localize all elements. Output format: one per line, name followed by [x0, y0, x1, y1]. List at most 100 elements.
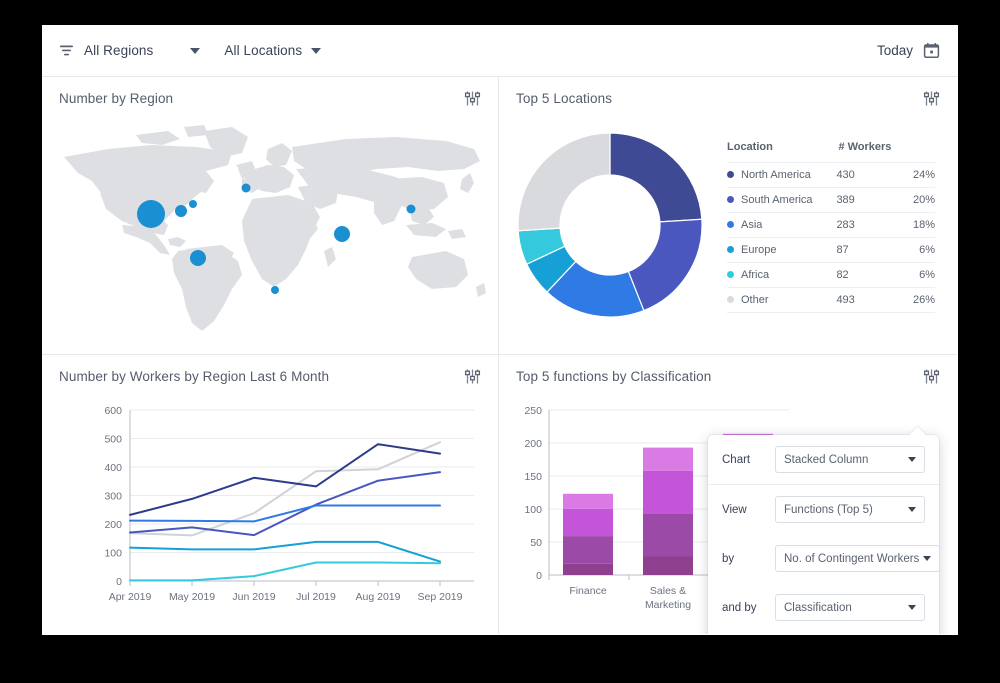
- panel-grid: Number by Region Top 5 Locations Locatio…: [42, 77, 958, 634]
- donut-slice-north-america[interactable]: [609, 132, 703, 223]
- donut-chart[interactable]: [499, 123, 721, 323]
- svg-text:0: 0: [536, 570, 542, 582]
- table-row[interactable]: North America 430 24%: [727, 162, 935, 188]
- dialog-row-chart: Chart Stacked Column: [708, 435, 939, 485]
- svg-text:50: 50: [530, 537, 542, 549]
- view-select[interactable]: Functions (Top 5): [775, 496, 925, 523]
- chevron-down-icon: [923, 556, 932, 561]
- bubble-north-america[interactable]: [137, 200, 165, 228]
- map-landmasses: [64, 125, 486, 331]
- bubble-india[interactable]: [334, 226, 350, 242]
- dialog-actions: Cancel Apply: [708, 632, 939, 634]
- legend-dot: [727, 196, 734, 203]
- svg-text:Sep 2019: Sep 2019: [418, 591, 463, 603]
- chevron-down-icon[interactable]: [311, 47, 322, 54]
- row-workers: 283: [836, 212, 907, 238]
- locations-table: Location # Workers North America 430 24%: [727, 141, 935, 313]
- row-location: North America: [727, 162, 837, 188]
- table-row[interactable]: Europe 87 6%: [727, 237, 935, 263]
- svg-text:500: 500: [104, 434, 122, 446]
- svg-text:May 2019: May 2019: [169, 591, 215, 603]
- bubble-japan[interactable]: [406, 204, 416, 214]
- location-filter-label: All Locations: [224, 43, 303, 58]
- dialog-label-chart: Chart: [722, 453, 751, 466]
- and-by-value: Classification: [784, 601, 852, 614]
- panel-header: Top 5 functions by Classification: [499, 355, 957, 397]
- panel-header: Number by Region: [42, 77, 498, 119]
- legend-dot: [727, 271, 734, 278]
- panel-title: Top 5 functions by Classification: [516, 368, 712, 384]
- sliders-icon[interactable]: [463, 89, 482, 108]
- chevron-down-icon[interactable]: [190, 47, 201, 54]
- donut-slice-other[interactable]: [517, 132, 611, 232]
- y-axis-labels: 600 500 400 300 200 100 0: [104, 405, 122, 588]
- row-percent: 6%: [906, 262, 935, 288]
- svg-text:Marketing: Marketing: [645, 599, 691, 611]
- legend-dot: [727, 296, 734, 303]
- chart-type-value: Stacked Column: [784, 453, 869, 466]
- x-ticks: [129, 581, 441, 586]
- dialog-row-by: by No. of Contingent Workers: [708, 534, 941, 583]
- panel-top-5-locations: Top 5 Locations Location # Workers North…: [499, 77, 957, 355]
- svg-text:200: 200: [524, 438, 542, 450]
- table-row[interactable]: Other 493 26%: [727, 287, 935, 313]
- panel-workers-trend: Number by Workers by Region Last 6 Month: [42, 355, 499, 634]
- location-filter[interactable]: All Locations: [224, 43, 322, 58]
- chart-type-select[interactable]: Stacked Column: [775, 446, 925, 473]
- svg-text:400: 400: [104, 462, 122, 474]
- filter-icon: [58, 42, 75, 59]
- dialog-label-by: by: [722, 552, 735, 565]
- row-workers: 389: [836, 187, 907, 213]
- stacked-bar-chart[interactable]: 250 200 150 100 50 0 Finance Sales & Mar…: [499, 397, 957, 634]
- row-percent: 20%: [906, 187, 935, 213]
- panel-title: Top 5 Locations: [516, 90, 613, 106]
- svg-text:100: 100: [104, 548, 122, 560]
- sliders-icon[interactable]: [922, 367, 941, 386]
- table-row[interactable]: Asia 283 18%: [727, 212, 935, 238]
- dialog-row-view: View Functions (Top 5): [708, 485, 939, 534]
- chevron-down-icon: [908, 605, 916, 610]
- bar-group-finance[interactable]: [563, 493, 613, 575]
- col-location: Location: [727, 141, 837, 163]
- row-percent: 24%: [906, 162, 935, 188]
- svg-text:250: 250: [524, 405, 542, 417]
- col-percent: [906, 141, 935, 163]
- calendar-icon[interactable]: [923, 42, 940, 59]
- svg-text:Sales &: Sales &: [650, 585, 686, 597]
- locations-table-body: North America 430 24% South America 389 …: [727, 162, 935, 313]
- region-filter[interactable]: All Regions: [58, 42, 201, 59]
- legend-dot: [727, 171, 734, 178]
- svg-text:Jul 2019: Jul 2019: [296, 591, 336, 603]
- row-location: Europe: [727, 237, 837, 263]
- sliders-icon[interactable]: [922, 89, 941, 108]
- row-workers: 493: [836, 287, 907, 313]
- svg-text:300: 300: [104, 491, 122, 503]
- donut-slice-south-america[interactable]: [627, 218, 703, 312]
- bubble-united-kingdom[interactable]: [241, 183, 251, 193]
- chart-settings-dialog: Chart Stacked Column View Functions (Top…: [708, 435, 941, 634]
- bubble-brazil[interactable]: [190, 250, 206, 266]
- sliders-icon[interactable]: [463, 367, 482, 386]
- bubble-south-africa[interactable]: [271, 286, 279, 294]
- world-map[interactable]: [42, 119, 498, 351]
- x-axis-labels: Apr 2019 May 2019 Jun 2019 Jul 2019 Aug …: [109, 591, 463, 603]
- table-row[interactable]: Africa 82 6%: [727, 262, 935, 288]
- row-percent: 18%: [906, 212, 935, 238]
- table-row[interactable]: South America 389 20%: [727, 187, 935, 213]
- svg-text:600: 600: [104, 405, 122, 417]
- panel-title: Number by Workers by Region Last 6 Month: [59, 368, 330, 384]
- by-select[interactable]: No. of Contingent Workers: [775, 545, 941, 572]
- svg-text:Apr 2019: Apr 2019: [109, 591, 152, 603]
- y-axis-labels: 250 200 150 100 50 0: [524, 405, 542, 582]
- bubble-us-east[interactable]: [189, 200, 197, 208]
- series-africa: [129, 561, 441, 582]
- and-by-select[interactable]: Classification: [775, 594, 925, 621]
- svg-text:Aug 2019: Aug 2019: [356, 591, 401, 603]
- row-location: Asia: [727, 212, 837, 238]
- line-chart[interactable]: 600 500 400 300 200 100 0 Apr 2019 May 2…: [42, 397, 498, 632]
- row-workers: 430: [836, 162, 907, 188]
- bubble-gulf[interactable]: [175, 205, 187, 217]
- bar-group-sales-marketing[interactable]: [643, 447, 693, 575]
- legend-dot: [727, 246, 734, 253]
- today-label[interactable]: Today: [877, 43, 913, 58]
